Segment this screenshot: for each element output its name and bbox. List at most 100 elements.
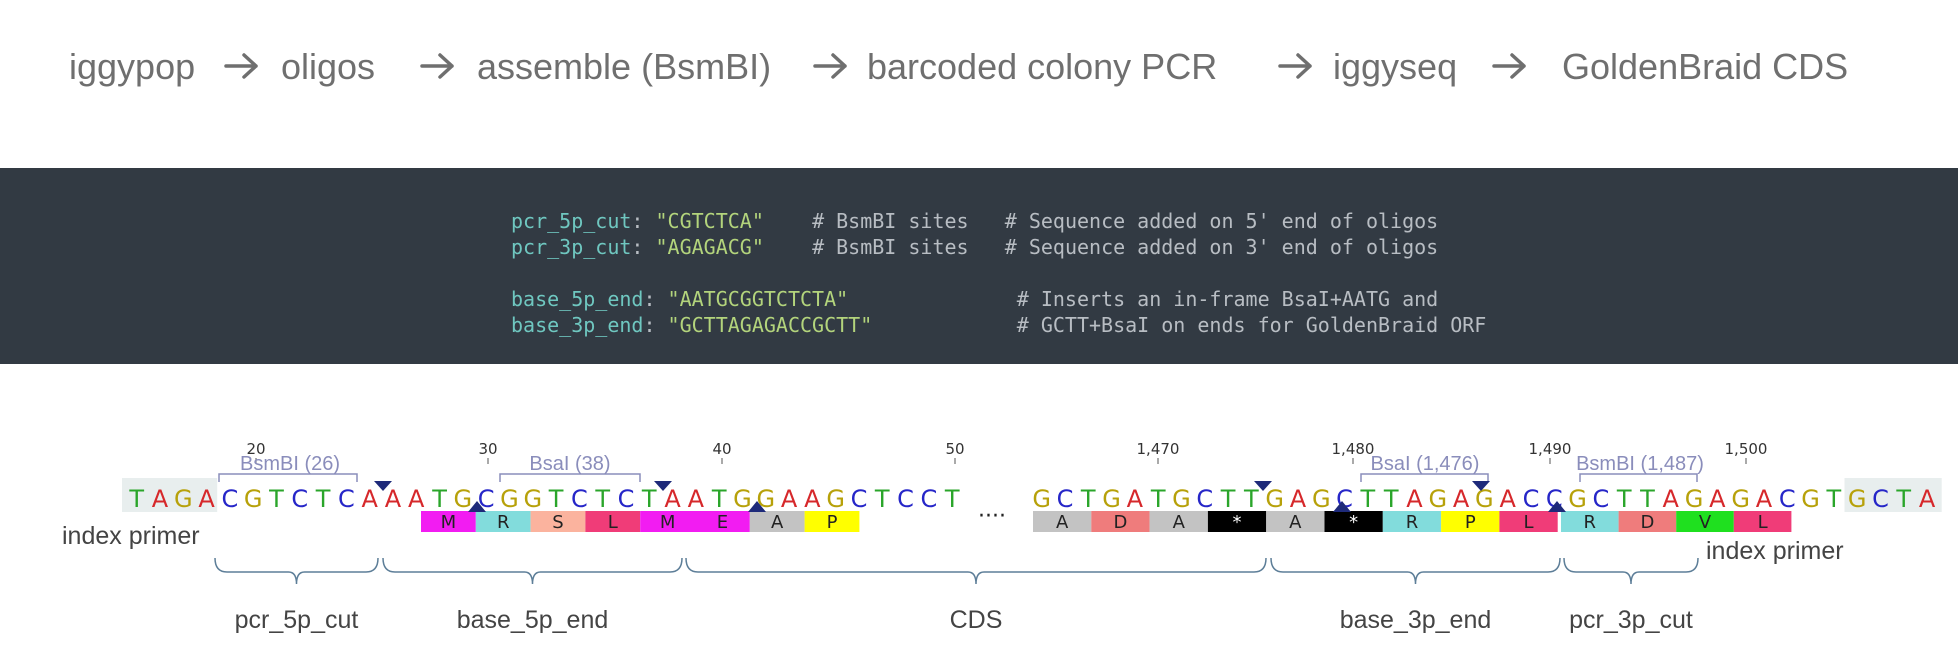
sequence-base: A <box>1663 485 1680 513</box>
aa-right: P <box>1465 512 1476 533</box>
arrow-right-icon <box>1278 53 1312 79</box>
ruler-tick-label: 1,480 <box>1332 440 1375 458</box>
config-line: pcr_3p_cut: "AGAGACG" # BsmBI sites # Se… <box>511 235 1439 259</box>
sequence-base: T <box>268 485 284 513</box>
restriction-site-label: BsmBI (1,487) <box>1576 453 1704 475</box>
sequence-base: A <box>1499 485 1516 513</box>
restriction-site-bracket <box>1579 473 1698 482</box>
aa-right: D <box>1640 512 1654 533</box>
sequence-base: A <box>1709 485 1726 513</box>
sequence-base: G <box>733 485 752 513</box>
aa-left: M <box>660 512 676 533</box>
sequence-base: C <box>1057 485 1074 513</box>
sequence-base: T <box>1360 485 1376 513</box>
sequence-base: T <box>711 485 727 513</box>
sequence-base: T <box>548 485 564 513</box>
aa-left: A <box>771 512 784 533</box>
aa-left: L <box>608 512 618 533</box>
sequence-base: T <box>594 485 610 513</box>
sequence-base: G <box>454 485 473 513</box>
region-brace <box>214 557 379 585</box>
aa-right: L <box>1524 512 1534 533</box>
sequence-base: T <box>1639 485 1655 513</box>
sequence-base: A <box>361 485 378 513</box>
sequence-base: G <box>1172 485 1191 513</box>
region-label: pcr_5p_cut <box>235 606 359 634</box>
sequence-base: T <box>1243 485 1259 513</box>
region-label: pcr_3p_cut <box>1569 606 1693 634</box>
step-goldenbraid-cds: GoldenBraid CDS <box>1562 46 1849 87</box>
aa-left: M <box>441 512 457 533</box>
sequence-base: A <box>152 485 169 513</box>
aa-right: A <box>1289 512 1302 533</box>
config-line: base_3p_end: "GCTTAGAGACCGCTT" # GCTT+Bs… <box>511 313 1487 337</box>
sequence-base: G <box>1685 485 1704 513</box>
aa-right: A <box>1056 512 1069 533</box>
sequence-base: T <box>1080 485 1096 513</box>
sequence-base: G <box>1475 485 1494 513</box>
sequence-base: G <box>1032 485 1051 513</box>
ruler-tick-label: 40 <box>712 440 731 458</box>
sequence-base: T <box>874 485 890 513</box>
sequence-base: A <box>804 485 821 513</box>
aa-right: * <box>1349 512 1358 533</box>
sequence-base: G <box>174 485 193 513</box>
sequence-base: C <box>618 485 635 513</box>
sequence-base: C <box>897 485 914 513</box>
sequence-base: C <box>1779 485 1796 513</box>
sequence-base: A <box>1453 485 1470 513</box>
arrow-right-icon <box>420 53 454 79</box>
sequence-base: G <box>1265 485 1284 513</box>
sequence-base: C <box>221 485 238 513</box>
sequence-base: T <box>944 485 960 513</box>
ruler-tick-label: 1,500 <box>1725 440 1768 458</box>
aa-right: D <box>1114 512 1128 533</box>
aa-left: S <box>552 512 563 533</box>
arrow-right-icon <box>1492 53 1526 79</box>
sequence-base: T <box>1150 485 1166 513</box>
step-iggyseq: iggyseq <box>1333 46 1458 87</box>
step-colony-pcr: barcoded colony PCR <box>867 46 1218 87</box>
ruler-tick-label: 30 <box>478 440 497 458</box>
sequence-base: G <box>826 485 845 513</box>
region-brace <box>685 557 1267 585</box>
sequence-base: A <box>1290 485 1307 513</box>
sequence-base: A <box>688 485 705 513</box>
sequence-base: G <box>244 485 263 513</box>
sequence-base: T <box>1895 485 1911 513</box>
sequence-base: G <box>1731 485 1750 513</box>
sequence-base: C <box>1523 485 1540 513</box>
restriction-site-label: BsmBI (26) <box>240 453 340 475</box>
sequence-base: C <box>338 485 355 513</box>
sequence-base: C <box>571 485 588 513</box>
sequence-base: A <box>198 485 215 513</box>
index-primer-label: index primer <box>62 522 200 550</box>
sequence-base: G <box>523 485 542 513</box>
config-code-block: pcr_5p_cut: "CGTCTCA" # BsmBI sites # Se… <box>0 168 1958 364</box>
sequence-base: A <box>664 485 681 513</box>
restriction-site-label: BsaI (38) <box>529 453 610 475</box>
region-brace <box>1563 557 1699 585</box>
sequence-base: G <box>1102 485 1121 513</box>
sequence-base: G <box>1568 485 1587 513</box>
index-primer-label: index primer <box>1706 537 1844 565</box>
aa-right: R <box>1584 512 1597 533</box>
ruler-tick-label: 1,470 <box>1137 440 1180 458</box>
region-brace <box>1270 557 1561 585</box>
step-assemble: assemble (BsmBI) <box>477 46 772 87</box>
sequence-base: A <box>408 485 425 513</box>
sequence-base: C <box>920 485 937 513</box>
sequence-base: T <box>1826 485 1842 513</box>
sequence-base: A <box>1127 485 1144 513</box>
pipeline-header: iggypop oligos assemble (BsmBI) barcoded… <box>0 0 1958 140</box>
sequence-base: T <box>1220 485 1236 513</box>
ruler-tick-label: 1,490 <box>1529 440 1572 458</box>
sequence-base: G <box>500 485 519 513</box>
config-line: pcr_5p_cut: "CGTCTCA" # BsmBI sites # Se… <box>511 209 1439 233</box>
arrow-right-icon <box>813 53 847 79</box>
aa-left: P <box>827 512 838 533</box>
region-label: CDS <box>950 606 1003 634</box>
restriction-site-label: BsaI (1,476) <box>1371 453 1480 475</box>
sequence-base: C <box>1592 485 1609 513</box>
sequence-base: C <box>291 485 308 513</box>
